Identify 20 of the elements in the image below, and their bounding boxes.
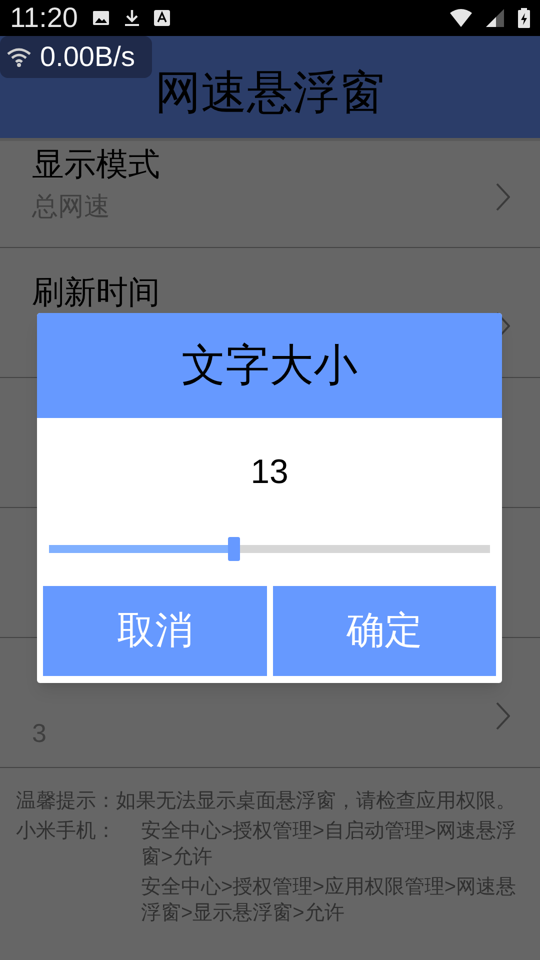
- wifi-icon: [6, 47, 32, 67]
- status-time: 11:20: [10, 4, 78, 32]
- slider-track[interactable]: [49, 537, 490, 561]
- chevron-icon: [496, 702, 510, 730]
- speed-text: 0.00B/s: [40, 43, 135, 71]
- wifi-icon: [450, 9, 472, 27]
- dialog-button[interactable]: 取消: [43, 586, 266, 676]
- chevron-icon: [496, 182, 510, 210]
- size-value: 13: [250, 455, 288, 489]
- setting-title: 刷新时间: [32, 274, 161, 310]
- image-icon: [92, 10, 110, 26]
- setting-title: 显示模式: [32, 146, 161, 182]
- font-icon: [154, 9, 170, 27]
- dialog-title: 文字大小: [182, 344, 358, 388]
- battery-icon: [518, 8, 530, 28]
- download-icon: [124, 9, 140, 27]
- slider-thumb[interactable]: [228, 537, 240, 561]
- dialog-button[interactable]: 确定: [272, 586, 496, 676]
- app-title: 网速悬浮窗: [155, 69, 385, 115]
- signal-icon: [486, 9, 504, 27]
